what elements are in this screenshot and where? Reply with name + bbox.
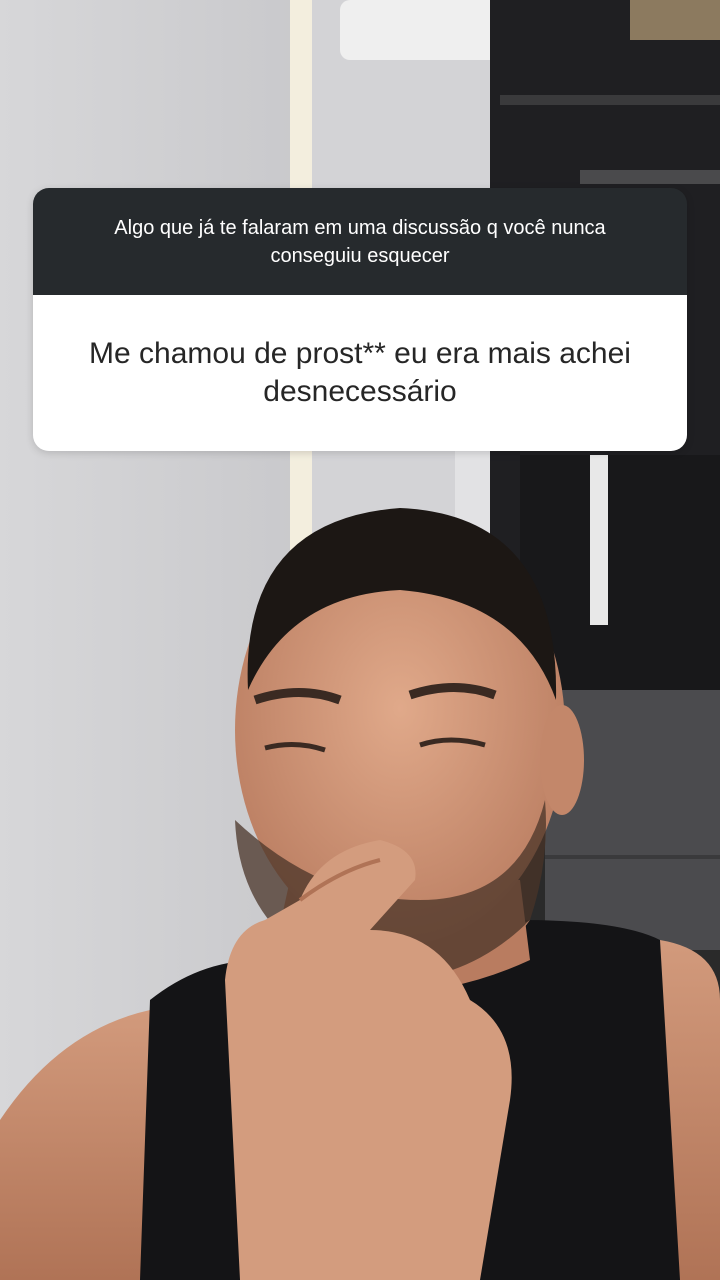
question-sticker[interactable]: Algo que já te falaram em uma discussão …	[33, 188, 687, 451]
story-screen: Algo que já te falaram em uma discussão …	[0, 0, 720, 1280]
sticker-answer-text: Me chamou de prost** eu era mais achei d…	[33, 295, 687, 451]
sticker-question-text: Algo que já te falaram em uma discussão …	[33, 188, 687, 295]
